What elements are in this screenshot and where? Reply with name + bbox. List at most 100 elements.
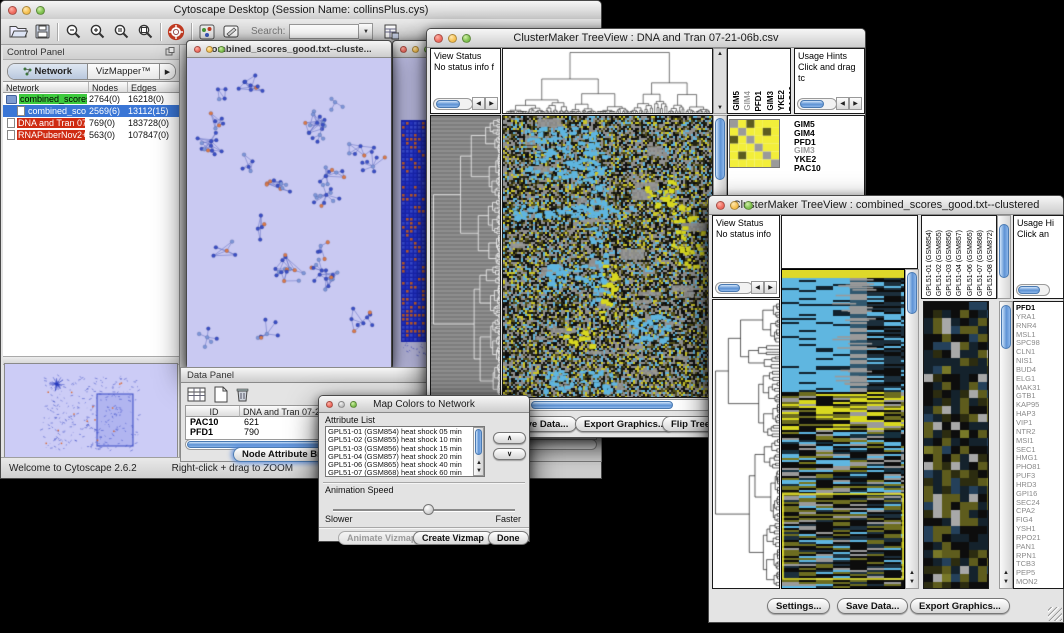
float-panel-icon[interactable]: [165, 43, 175, 61]
scroll-up-icon[interactable]: ▲: [715, 51, 725, 57]
attribute-listbox[interactable]: GPL51-01 (GSM854) heat shock 05 minGPL51…: [325, 426, 485, 477]
scroll-thumb[interactable]: [475, 429, 482, 455]
gene-list-item[interactable]: MON2: [1016, 578, 1063, 587]
network-list-row[interactable]: RNAPuberNov2+ 563(0) 107847(0): [3, 129, 179, 141]
scroll-down-icon[interactable]: ▼: [907, 579, 917, 585]
attribute-list-vscroll[interactable]: ▲ ▼: [473, 427, 484, 476]
column-label[interactable]: GIM4: [743, 91, 753, 111]
col-header-edges[interactable]: Edges: [128, 82, 179, 93]
tv1-heatmap[interactable]: [502, 115, 713, 398]
col-header-nodes[interactable]: Nodes: [89, 82, 128, 93]
scroll-down-icon[interactable]: ▼: [1001, 579, 1011, 585]
network-list-row[interactable]: combined_scores 2764(0) 16218(0): [3, 93, 179, 105]
scroll-thumb[interactable]: [715, 118, 725, 180]
vizmapper-icon[interactable]: [195, 22, 219, 42]
tv2-gene-vscroll[interactable]: ▲ ▼: [999, 301, 1013, 589]
tv2-row-dendrogram[interactable]: [712, 299, 780, 589]
attribute-table-icon[interactable]: [379, 22, 403, 42]
help-lifering-icon[interactable]: [164, 22, 188, 42]
export-graphics-button[interactable]: Export Graphics...: [575, 416, 675, 432]
tv2-condensed-heatmap[interactable]: [923, 301, 989, 589]
network-overview-minimap[interactable]: [4, 363, 178, 458]
id-column-header[interactable]: ID: [186, 406, 240, 417]
save-icon[interactable]: [30, 22, 54, 42]
column-label[interactable]: GIM3: [766, 91, 776, 111]
column-label[interactable]: GPL51-07 (GSM868): [976, 230, 986, 296]
tv2-heatmap-vscroll[interactable]: ▲ ▼: [905, 269, 919, 589]
window-controls[interactable]: [434, 34, 471, 43]
treeview2-title-bar[interactable]: ClusterMaker TreeView : combined_scores_…: [709, 196, 1063, 215]
window-controls[interactable]: [8, 6, 45, 15]
column-label[interactable]: PFD1: [754, 91, 764, 111]
scroll-right-icon[interactable]: ▶: [485, 97, 498, 110]
col-header-network[interactable]: Network: [3, 82, 89, 93]
usage-hints-scroll[interactable]: [797, 98, 837, 110]
scroll-left-icon[interactable]: ◀: [751, 281, 764, 294]
window-controls[interactable]: [194, 46, 225, 53]
editor-icon[interactable]: [219, 22, 243, 42]
tv1-column-dendrogram[interactable]: [502, 48, 713, 114]
scroll-left-icon[interactable]: ◀: [836, 97, 849, 110]
scroll-up-icon[interactable]: ▲: [474, 460, 484, 466]
main-title-bar[interactable]: Cytoscape Desktop (Session Name: collins…: [1, 1, 601, 20]
row-label[interactable]: PAC10: [794, 164, 821, 173]
view-status-scroll[interactable]: [715, 282, 753, 294]
column-label[interactable]: GIM5: [732, 91, 742, 111]
usage-hints-scroll[interactable]: [1016, 284, 1050, 296]
move-down-button[interactable]: ∨: [493, 448, 526, 460]
tv2-label-vscroll[interactable]: [997, 215, 1011, 299]
create-vizmap-button[interactable]: Create Vizmap: [413, 531, 493, 545]
scroll-up-icon[interactable]: ▲: [907, 570, 917, 576]
column-label[interactable]: PAC10: [788, 86, 791, 111]
column-label[interactable]: YKE2: [777, 90, 787, 111]
scroll-down-icon[interactable]: ▼: [474, 468, 484, 474]
column-label[interactable]: GPL51-03 (GSM856): [945, 230, 955, 296]
tab-vizmapper[interactable]: VizMapper™: [88, 64, 160, 79]
window-controls[interactable]: [716, 201, 753, 210]
tv1-row-dendrogram[interactable]: [430, 115, 501, 398]
scroll-up-icon[interactable]: ▲: [1001, 570, 1011, 576]
scroll-left-icon[interactable]: ◀: [472, 97, 485, 110]
scroll-thumb[interactable]: [531, 401, 673, 409]
search-dropdown-button[interactable]: ▼: [359, 23, 373, 40]
dialog-title-bar[interactable]: Map Colors to Network: [319, 396, 529, 413]
network1-canvas[interactable]: [187, 58, 391, 368]
scroll-right-icon[interactable]: ▶: [849, 97, 862, 110]
zoom-out-icon[interactable]: [61, 22, 85, 42]
network1-title-bar[interactable]: combined_scores_good.txt--cluste...: [187, 41, 391, 58]
animation-speed-slider[interactable]: [333, 504, 515, 516]
column-label[interactable]: GPL51-02 (GSM855): [935, 230, 945, 296]
column-label[interactable]: GPL51-01 (GSM854): [925, 230, 935, 296]
scroll-right-icon[interactable]: ▶: [764, 281, 777, 294]
save-data-button[interactable]: Save Data...: [837, 598, 908, 614]
attribute-item[interactable]: GPL51-07 (GSM868) heat shock 60 min: [328, 469, 482, 477]
column-label[interactable]: GPL51-04 (GSM857): [955, 230, 965, 296]
resize-grip[interactable]: [1048, 607, 1062, 621]
scroll-thumb[interactable]: [999, 224, 1009, 278]
search-input[interactable]: [289, 24, 359, 39]
export-graphics-button[interactable]: Export Graphics...: [910, 598, 1010, 614]
network-list-row[interactable]: combined_sco 2569(6) 13112(15): [3, 105, 179, 117]
settings-button[interactable]: Settings...: [767, 598, 830, 614]
column-label[interactable]: GPL51-06 (GSM865): [966, 230, 976, 296]
scroll-thumb[interactable]: [907, 272, 917, 314]
slider-thumb[interactable]: [423, 504, 434, 515]
move-up-button[interactable]: ∧: [493, 432, 526, 444]
tv2-heatmap[interactable]: [781, 269, 905, 589]
open-file-icon[interactable]: [6, 22, 30, 42]
zoom-fit-icon[interactable]: [133, 22, 157, 42]
view-status-scroll[interactable]: [433, 98, 473, 110]
done-button[interactable]: Done: [488, 531, 529, 545]
column-label[interactable]: GPL51-08 (GSM872): [986, 230, 996, 296]
tab-overflow-button[interactable]: ▶: [160, 64, 175, 79]
tv1-col-scroll-strip[interactable]: ▲ ▼: [713, 48, 727, 114]
treeview1-title-bar[interactable]: ClusterMaker TreeView : DNA and Tran 07-…: [427, 29, 865, 48]
tab-network[interactable]: Network: [8, 64, 88, 79]
zoom-in-icon[interactable]: [85, 22, 109, 42]
scroll-thumb[interactable]: [1001, 305, 1011, 349]
tv2-column-dendrogram[interactable]: [781, 215, 918, 269]
network-list-row[interactable]: DNA and Tran 07 769(0) 183728(0): [3, 117, 179, 129]
tv1-correlation-matrix[interactable]: [729, 119, 780, 168]
window-controls[interactable]: [326, 401, 357, 408]
scroll-down-icon[interactable]: ▼: [715, 105, 725, 111]
